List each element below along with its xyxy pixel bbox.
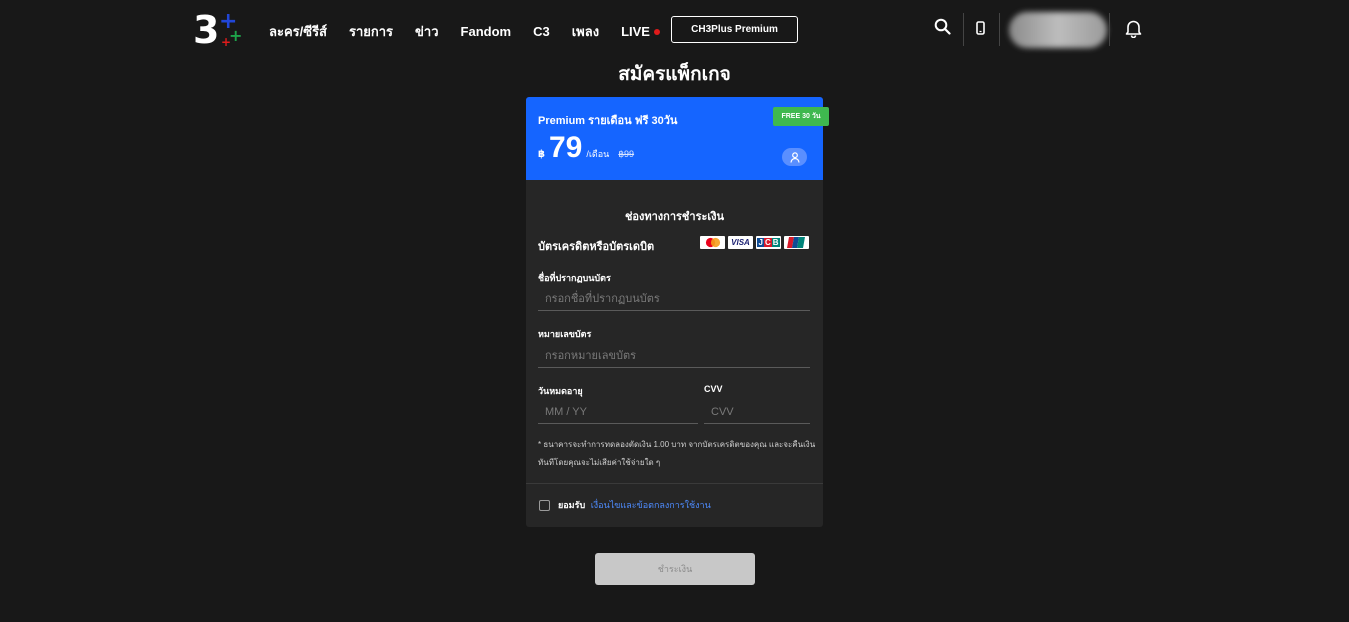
user-profile-avatar[interactable] (1009, 12, 1107, 48)
jcb-label: JCB (757, 238, 780, 247)
free-trial-badge: FREE 30 วัน (773, 107, 829, 126)
logo-plus-red-icon: + (221, 35, 232, 49)
nav-fandom[interactable]: Fandom (461, 21, 512, 42)
mastercard-icon (700, 236, 725, 249)
nav-c3[interactable]: C3 (533, 21, 550, 42)
jcb-letter: B (771, 238, 780, 247)
nav-drama[interactable]: ละคร/ซีรีส์ (269, 21, 327, 42)
cvv-input[interactable] (704, 400, 810, 424)
charge-note: * ธนาคารจะทำการทดลองตัดเงิน 1.00 บาท จาก… (538, 440, 816, 467)
card-name-input[interactable] (538, 287, 810, 311)
terms-text: ยอมรับ เงื่อนไขและข้อตกลงการใช้งาน (558, 498, 711, 512)
search-icon[interactable] (934, 18, 951, 40)
price-amount: 79 (548, 131, 583, 164)
nav-live[interactable]: LIVE (621, 21, 660, 42)
phone-icon[interactable] (976, 21, 985, 40)
expiry-input[interactable] (538, 400, 698, 424)
premium-button[interactable]: CH3Plus Premium (671, 16, 798, 43)
nav-news[interactable]: ข่าว (415, 21, 439, 42)
nav-live-label: LIVE (621, 24, 650, 39)
card-name-label: ชื่อที่ปรากฏบนบัตร (538, 273, 611, 283)
nav-music[interactable]: เพลง (572, 21, 599, 42)
terms-checkbox[interactable] (539, 500, 550, 511)
page-title: สมัครแพ็กเกจ (618, 64, 731, 85)
nav-shows[interactable]: รายการ (349, 21, 393, 42)
card-brands: VISA JCB (700, 236, 809, 249)
header-divider (999, 13, 1000, 46)
single-user-icon (782, 148, 807, 166)
logo-number: 3 (193, 8, 220, 52)
price-row: ฿ 79 /เดือน ฿99 (538, 133, 634, 163)
jcb-icon: JCB (756, 236, 781, 249)
payment-section-title: ช่องทางการชำระเงิน (624, 211, 725, 223)
header-divider (1109, 13, 1110, 46)
card-number-label: หมายเลขบัตร (538, 329, 592, 339)
live-dot-icon (653, 28, 660, 35)
top-navbar: 3 + + + ละคร/ซีรีส์ รายการ ข่าว Fandom C… (0, 0, 1349, 60)
payment-method-label: บัตรเครดิตหรือบัตรเดบิต (538, 241, 655, 253)
plan-summary: Premium รายเดือน ฟรี 30วัน FREE 30 วัน ฿… (526, 97, 829, 180)
header-divider (963, 13, 964, 46)
section-divider (526, 483, 823, 484)
visa-icon: VISA (728, 236, 753, 249)
terms-link[interactable]: เงื่อนไขและข้อตกลงการใช้งาน (591, 500, 711, 510)
expiry-label: วันหมดอายุ (538, 386, 583, 396)
unionpay-icon (784, 236, 809, 249)
currency-symbol: ฿ (538, 149, 545, 160)
card-number-input[interactable] (538, 344, 810, 368)
old-price: ฿99 (618, 149, 635, 159)
pay-button[interactable]: ชำระเงิน (595, 553, 755, 585)
subscription-card: Premium รายเดือน ฟรี 30วัน FREE 30 วัน ฿… (526, 97, 829, 527)
accept-label: ยอมรับ (558, 500, 586, 510)
price-period: /เดือน (586, 149, 610, 159)
cvv-label: CVV (704, 384, 723, 394)
jcb-letter: C (763, 238, 772, 247)
main-nav: ละคร/ซีรีส์ รายการ ข่าว Fandom C3 เพลง L… (269, 21, 682, 42)
plan-name: Premium รายเดือน ฟรี 30วัน (538, 115, 678, 127)
ch3plus-logo[interactable]: 3 + + + (193, 8, 243, 52)
bell-icon[interactable] (1125, 19, 1142, 43)
